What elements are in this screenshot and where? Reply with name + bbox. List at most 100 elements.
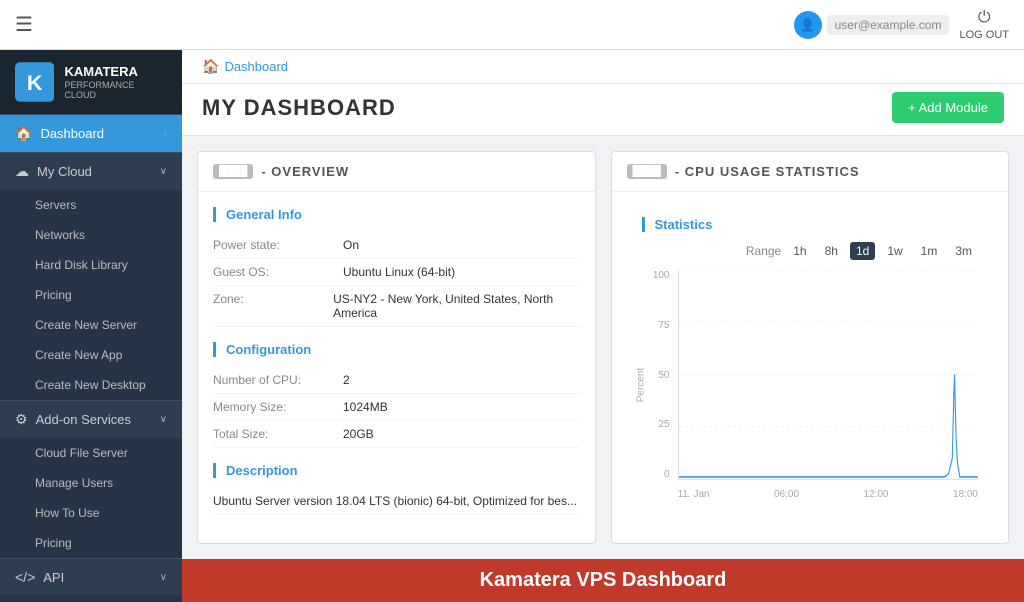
overview-panel: ████ - OVERVIEW General Info Power state… (197, 151, 596, 544)
logout-label: LOG OUT (959, 29, 1009, 41)
logout-button[interactable]: ⏻ LOG OUT (959, 9, 1009, 41)
guest-os-row: Guest OS: Ubuntu Linux (64-bit) (213, 259, 580, 286)
num-cpu-row: Number of CPU: 2 (213, 367, 580, 394)
zone-row: Zone: US-NY2 - New York, United States, … (213, 286, 580, 327)
total-size-row: Total Size: 20GB (213, 421, 580, 448)
kamatera-logo-icon: K (15, 62, 54, 102)
total-size-label: Total Size: (213, 427, 343, 441)
chevron-down-icon-3: ∨ (160, 572, 167, 583)
top-bar: ☰ 👤 user@example.com ⏻ LOG OUT (0, 0, 1024, 50)
page-title: MY DASHBOARD (202, 95, 396, 121)
page-header: MY DASHBOARD + Add Module (182, 84, 1024, 136)
sidebar-item-servers[interactable]: Servers (0, 190, 182, 220)
add-module-button[interactable]: + Add Module (892, 92, 1004, 123)
sidebar-item-api[interactable]: </> API ∨ (0, 558, 182, 595)
breadcrumb-icon: 🏠 (202, 58, 219, 75)
chevron-down-icon: ∨ (160, 166, 167, 177)
x-axis: 11. Jan 06:00 12:00 18:00 (678, 489, 979, 500)
breadcrumb: 🏠 Dashboard (182, 50, 1024, 84)
hamburger-menu[interactable]: ☰ (15, 12, 33, 37)
guest-os-label: Guest OS: (213, 265, 343, 279)
cpu-panel-header: ████ - CPU USAGE STATISTICS (612, 152, 1009, 192)
chevron-right-icon: › (164, 128, 167, 139)
memory-value: 1024MB (343, 400, 388, 414)
sidebar: K KAMATERA PERFORMANCE CLOUD 🏠 Dashboard… (0, 50, 182, 602)
statistics-title: Statistics (642, 217, 979, 232)
x-label-1: 11. Jan (678, 489, 710, 500)
sidebar-item-manage-users[interactable]: Manage Users (0, 468, 182, 498)
user-info: 👤 user@example.com (794, 11, 950, 39)
range-8h[interactable]: 8h (819, 242, 844, 260)
description-section: Description Ubuntu Server version 18.04 … (213, 463, 580, 515)
breadcrumb-label: Dashboard (224, 59, 288, 74)
sidebar-item-hard-disk-library[interactable]: Hard Disk Library (0, 250, 182, 280)
range-1m[interactable]: 1m (915, 242, 944, 260)
sidebar-logo: K KAMATERA PERFORMANCE CLOUD (0, 50, 182, 115)
sidebar-item-keys[interactable]: Keys (0, 595, 182, 602)
num-cpu-value: 2 (343, 373, 350, 387)
sidebar-item-addon-services[interactable]: ⚙ Add-on Services ∨ (0, 400, 182, 438)
username-display: user@example.com (827, 15, 950, 35)
content-area: 🏠 Dashboard MY DASHBOARD + Add Module ██… (182, 50, 1024, 602)
configuration-section: Configuration Number of CPU: 2 Memory Si… (213, 342, 580, 448)
sidebar-item-cloud-file-server[interactable]: Cloud File Server (0, 438, 182, 468)
range-3m[interactable]: 3m (949, 242, 978, 260)
user-avatar: 👤 (794, 11, 822, 39)
range-1h[interactable]: 1h (787, 242, 812, 260)
zone-value: US-NY2 - New York, United States, North … (333, 292, 579, 320)
sidebar-item-pricing-cfs[interactable]: Pricing (0, 528, 182, 558)
range-1d[interactable]: 1d (850, 242, 875, 260)
logout-icon: ⏻ (978, 9, 991, 27)
chart-section: Statistics Range 1h 8h 1d 1w 1m 3m (627, 207, 994, 510)
cpu-panel-body: Statistics Range 1h 8h 1d 1w 1m 3m (612, 192, 1009, 543)
guest-os-value: Ubuntu Linux (64-bit) (343, 265, 455, 279)
overview-badge: ████ (213, 164, 253, 179)
addon-icon: ⚙ (15, 411, 28, 428)
sidebar-item-my-cloud[interactable]: ☁ My Cloud ∨ (0, 152, 182, 190)
chart-container: 100 75 50 25 0 Percent (642, 270, 979, 500)
dashboard-icon: 🏠 (15, 125, 32, 142)
description-value: Ubuntu Server version 18.04 LTS (bionic)… (213, 494, 577, 508)
brand-name: KAMATERA (64, 64, 167, 80)
power-state-value: On (343, 238, 359, 252)
range-label: Range (746, 244, 781, 258)
cpu-chart-svg (679, 270, 979, 479)
bottom-banner: Kamatera VPS Dashboard (182, 559, 1024, 602)
sidebar-my-cloud-submenu: Servers Networks Hard Disk Library Prici… (0, 190, 182, 400)
brand-subtitle: PERFORMANCE CLOUD (64, 80, 167, 100)
cloud-icon: ☁ (15, 163, 29, 180)
range-1w[interactable]: 1w (881, 242, 908, 260)
y-label-75: 75 (658, 320, 669, 331)
sidebar-item-how-to-use-cfs[interactable]: How To Use (0, 498, 182, 528)
sidebar-item-create-new-desktop[interactable]: Create New Desktop (0, 370, 182, 400)
top-bar-left: ☰ (15, 12, 33, 37)
sidebar-item-create-new-server[interactable]: Create New Server (0, 310, 182, 340)
overview-panel-body: General Info Power state: On Guest OS: U… (198, 192, 595, 543)
api-icon: </> (15, 569, 35, 585)
num-cpu-label: Number of CPU: (213, 373, 343, 387)
chevron-down-icon-2: ∨ (160, 414, 167, 425)
power-state-label: Power state: (213, 238, 343, 252)
y-axis-title: Percent (635, 368, 646, 402)
sidebar-item-pricing-cloud[interactable]: Pricing (0, 280, 182, 310)
description-row: Ubuntu Server version 18.04 LTS (bionic)… (213, 488, 580, 515)
general-info-title: General Info (213, 207, 580, 222)
chart-range-selector: Range 1h 8h 1d 1w 1m 3m (642, 242, 979, 260)
sidebar-item-create-new-app[interactable]: Create New App (0, 340, 182, 370)
power-state-row: Power state: On (213, 232, 580, 259)
y-label-100: 100 (653, 270, 670, 281)
memory-row: Memory Size: 1024MB (213, 394, 580, 421)
y-label-25: 25 (658, 419, 669, 430)
x-label-3: 12:00 (863, 489, 888, 500)
zone-label: Zone: (213, 292, 333, 320)
sidebar-addon-submenu: Cloud File Server Manage Users How To Us… (0, 438, 182, 558)
y-label-0: 0 (664, 469, 670, 480)
sidebar-item-networks[interactable]: Networks (0, 220, 182, 250)
memory-label: Memory Size: (213, 400, 343, 414)
dashboard-grid: ████ - OVERVIEW General Info Power state… (182, 136, 1024, 559)
top-bar-right: 👤 user@example.com ⏻ LOG OUT (794, 9, 1009, 41)
cpu-title: - CPU USAGE STATISTICS (675, 164, 860, 179)
sidebar-item-dashboard[interactable]: 🏠 Dashboard › (0, 115, 182, 152)
chart-svg-container (678, 270, 979, 480)
overview-title: - OVERVIEW (261, 164, 349, 179)
